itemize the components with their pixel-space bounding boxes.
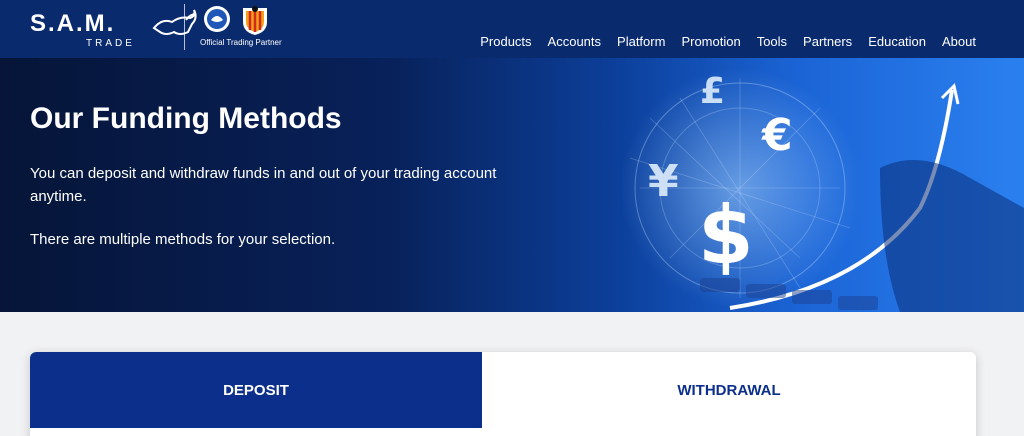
partner-caption: Official Trading Partner xyxy=(200,38,282,47)
nav-platform[interactable]: Platform xyxy=(617,34,665,49)
logo-text: S.A.M. xyxy=(30,10,116,37)
hero-banner: £ € ¥ $ Our Funding Methods You can depo… xyxy=(0,58,1024,312)
club-crest-icon xyxy=(243,6,267,35)
tab-withdrawal[interactable]: WITHDRAWAL xyxy=(482,352,976,428)
nav-about[interactable]: About xyxy=(942,34,976,49)
site-header: S.A.M. TRADE Official Trading Partner Pr… xyxy=(0,0,1024,58)
nav-promotion[interactable]: Promotion xyxy=(681,34,740,49)
logo-subtext: TRADE xyxy=(86,38,135,49)
svg-text:¥: ¥ xyxy=(648,156,679,207)
bull-icon xyxy=(152,9,197,35)
header-divider xyxy=(184,4,185,50)
nav-products[interactable]: Products xyxy=(480,34,531,49)
hero-subdescription: There are multiple methods for your sele… xyxy=(30,231,336,248)
logo[interactable]: S.A.M. TRADE xyxy=(30,8,197,50)
nav-tools[interactable]: Tools xyxy=(757,34,787,49)
svg-text:$: $ xyxy=(698,189,754,282)
main-nav: Products Accounts Platform Promotion Too… xyxy=(480,34,976,49)
funding-tabs-card: DEPOSIT WITHDRAWAL xyxy=(30,352,976,436)
nav-education[interactable]: Education xyxy=(868,34,926,49)
club-crest-icon xyxy=(204,6,230,32)
page-title: Our Funding Methods xyxy=(30,102,342,135)
hero-description: You can deposit and withdraw funds in an… xyxy=(30,165,497,205)
nav-accounts[interactable]: Accounts xyxy=(548,34,601,49)
nav-partners[interactable]: Partners xyxy=(803,34,852,49)
svg-text:£: £ xyxy=(700,71,725,112)
currency-network-illustration: £ € ¥ $ xyxy=(620,68,1024,312)
svg-text:€: € xyxy=(761,110,793,161)
partner-badges: Official Trading Partner xyxy=(200,4,300,52)
tab-deposit[interactable]: DEPOSIT xyxy=(30,352,482,428)
